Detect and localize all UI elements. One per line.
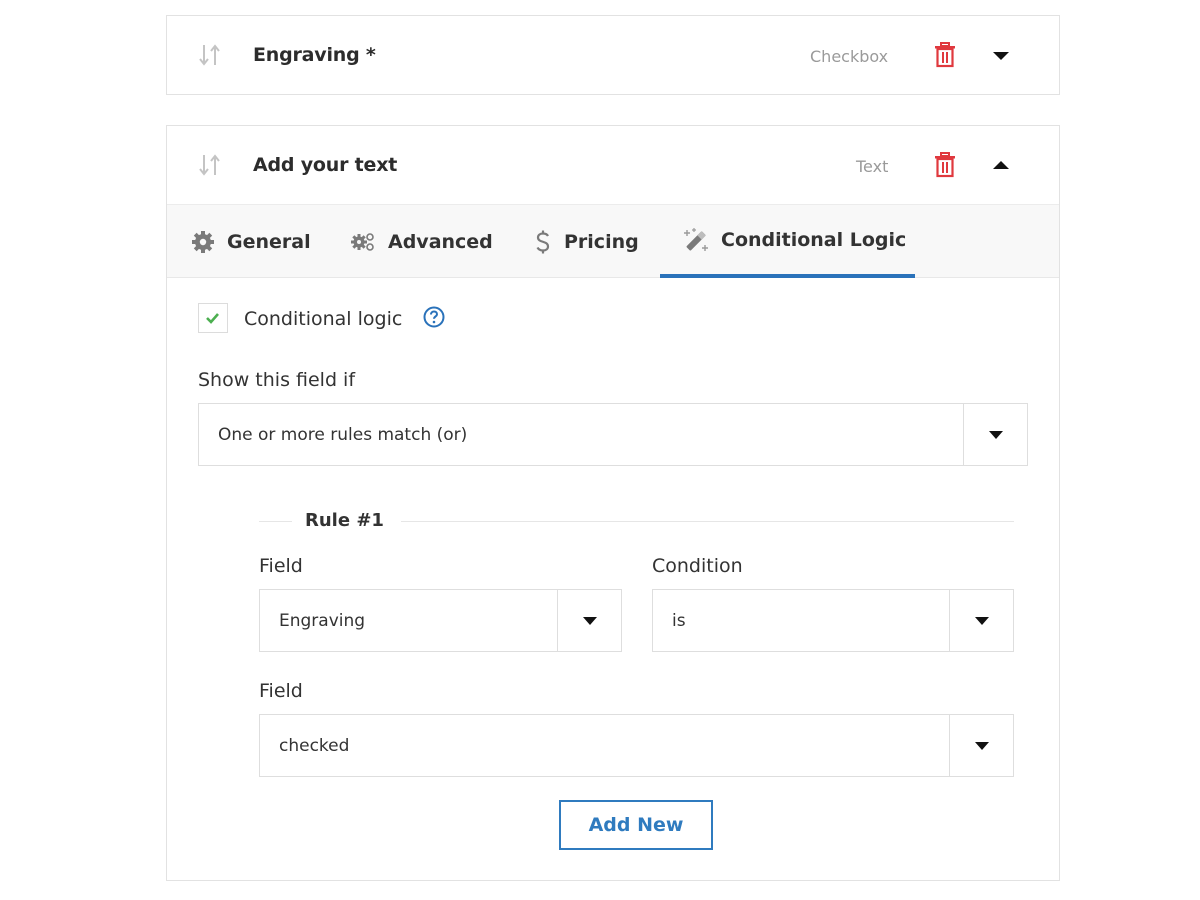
field-type-label: Checkbox [810, 47, 889, 66]
tab-label: General [227, 230, 311, 253]
tab-pricing[interactable]: Pricing [534, 205, 639, 278]
rule-divider [401, 521, 1014, 522]
sort-icon[interactable] [197, 42, 223, 68]
dollar-icon [536, 230, 550, 253]
field-header[interactable]: Engraving * Checkbox [167, 16, 1059, 94]
add-new-rule-button[interactable]: Add New [559, 800, 713, 850]
settings-tabs: General Advanced Pricing Conditional Log… [167, 204, 1059, 278]
field-title: Add your text [253, 154, 398, 176]
select-value: checked [279, 735, 350, 756]
select-toggle[interactable] [557, 590, 621, 651]
chevron-down-icon [975, 617, 989, 625]
select-value: One or more rules match (or) [218, 424, 468, 445]
gears-icon [351, 232, 374, 251]
chevron-down-icon [583, 617, 597, 625]
rule-divider [259, 521, 292, 522]
field-panel-add-your-text: Add your text Text General Advanced Pric… [166, 125, 1060, 881]
trash-icon[interactable] [933, 42, 957, 68]
sort-icon[interactable] [197, 152, 223, 178]
select-value: Engraving [279, 610, 366, 631]
magic-wand-icon [684, 227, 708, 251]
select-toggle[interactable] [949, 715, 1013, 776]
tab-advanced[interactable]: Advanced [350, 205, 493, 278]
chevron-up-icon[interactable] [992, 158, 1010, 172]
rule-value-select[interactable]: checked [259, 714, 1014, 777]
chevron-down-icon [989, 431, 1003, 439]
tab-label: Conditional Logic [721, 228, 907, 251]
checkmark-icon [206, 313, 219, 324]
rule-condition-label: Condition [652, 555, 743, 577]
conditional-logic-label: Conditional logic [244, 308, 403, 330]
rule-value-label: Field [259, 680, 303, 702]
rule-condition-select[interactable]: is [652, 589, 1014, 652]
trash-icon[interactable] [933, 152, 957, 178]
gear-icon [192, 230, 214, 253]
field-title: Engraving * [253, 44, 376, 66]
tab-general[interactable]: General [191, 205, 311, 278]
chevron-down-icon [975, 742, 989, 750]
field-type-label: Text [856, 157, 889, 176]
chevron-down-icon[interactable] [992, 48, 1010, 62]
conditional-logic-checkbox[interactable] [198, 303, 228, 333]
rule-field-select[interactable]: Engraving [259, 589, 622, 652]
tab-label: Pricing [564, 230, 639, 253]
tab-label: Advanced [388, 230, 493, 253]
match-type-select[interactable]: One or more rules match (or) [198, 403, 1028, 466]
select-toggle[interactable] [963, 404, 1027, 465]
help-icon[interactable] [423, 306, 445, 328]
field-panel-engraving: Engraving * Checkbox [166, 15, 1060, 95]
tab-conditional-logic[interactable]: Conditional Logic [660, 205, 915, 278]
select-value: is [672, 610, 686, 631]
rule-field-label: Field [259, 555, 303, 577]
rule-title: Rule #1 [305, 510, 384, 531]
select-toggle[interactable] [949, 590, 1013, 651]
field-header[interactable]: Add your text Text [167, 126, 1059, 204]
show-if-label: Show this field if [198, 369, 356, 391]
